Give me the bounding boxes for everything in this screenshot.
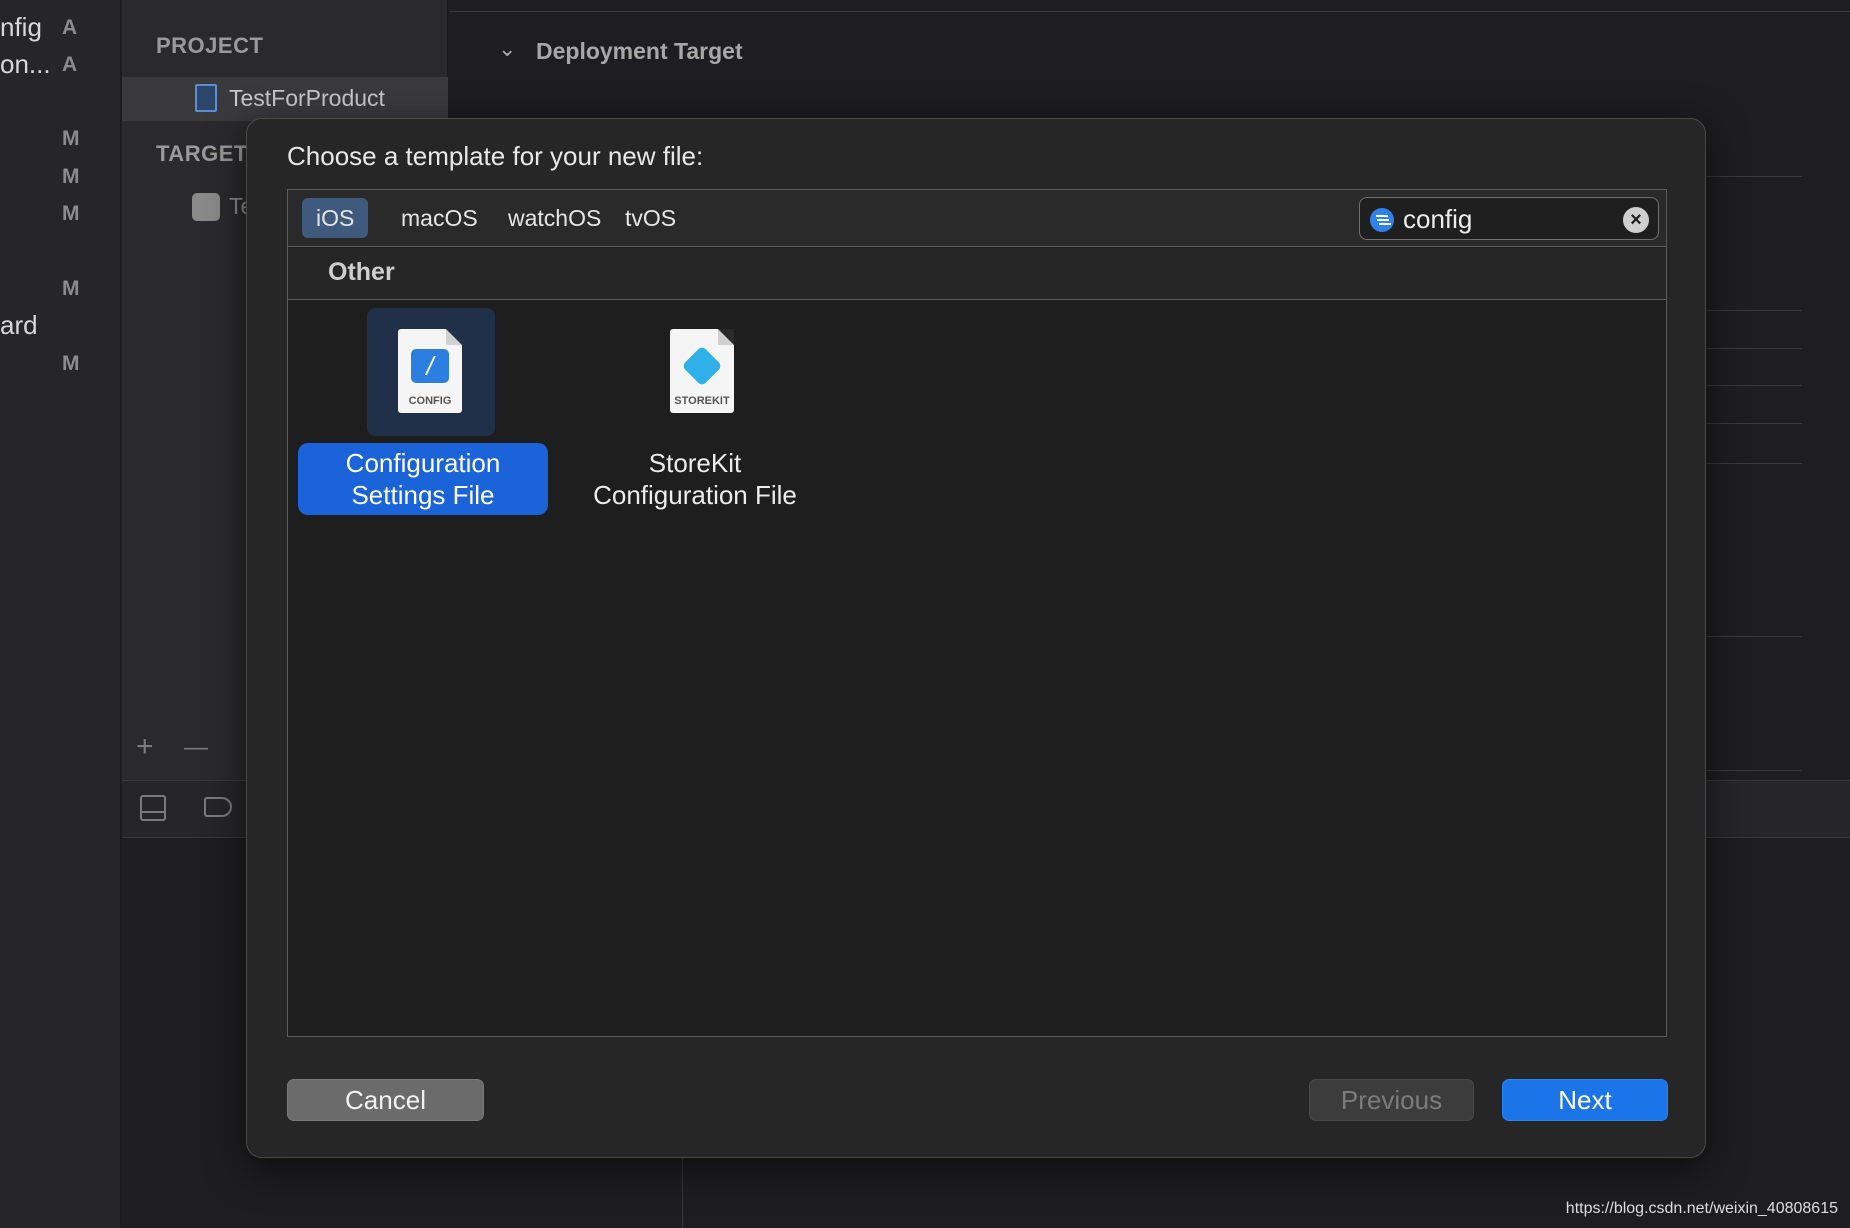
cancel-button[interactable]: Cancel: [287, 1079, 484, 1121]
app-target-icon: [192, 193, 220, 221]
storekit-file-icon[interactable]: STOREKIT: [639, 308, 767, 436]
new-file-template-sheet: Choose a template for your new file: iOS…: [246, 118, 1706, 1158]
scm-status-badge: M: [62, 202, 80, 225]
search-input[interactable]: [1403, 202, 1623, 236]
watermark-text: https://blog.csdn.net/weixin_40808615: [1565, 1200, 1838, 1217]
template-section-header: Other: [288, 248, 1666, 300]
scm-status-badge: A: [62, 53, 78, 76]
scm-status-badge: M: [62, 127, 80, 150]
config-file-icon[interactable]: / CONFIG: [367, 308, 495, 436]
scm-status-badge: M: [62, 352, 80, 375]
template-chooser: iOS macOS watchOS tvOS × Other / CONFIG …: [287, 189, 1667, 1037]
scm-status-badge: M: [62, 277, 80, 300]
scm-status-badge: A: [62, 16, 78, 39]
divider: [1706, 385, 1802, 386]
tab-macos[interactable]: macOS: [387, 198, 492, 238]
divider: [1706, 348, 1802, 349]
add-target-button[interactable]: +: [136, 730, 154, 764]
nav-file-label[interactable]: ard: [0, 310, 38, 341]
filter-icon: [1370, 208, 1394, 232]
icon-caption: STOREKIT: [674, 395, 730, 407]
project-name: TestForProduct: [229, 85, 385, 111]
scm-status-badge: M: [62, 165, 80, 188]
section-title: Other: [328, 258, 395, 286]
remove-target-button[interactable]: —: [184, 734, 208, 762]
project-section-header: PROJECT: [156, 33, 264, 58]
next-button[interactable]: Next: [1502, 1079, 1668, 1121]
template-configuration-settings-file[interactable]: / CONFIG Configuration Settings File: [298, 308, 548, 518]
targets-section-header: TARGET: [156, 141, 248, 166]
sheet-title: Choose a template for your new file:: [287, 141, 704, 171]
divider: [1706, 636, 1802, 637]
divider: [1706, 463, 1802, 464]
icon-caption: CONFIG: [408, 395, 452, 407]
divider: [1706, 176, 1802, 177]
previous-button[interactable]: Previous: [1309, 1079, 1474, 1121]
file-navigator-strip: nfig A on... A M M M M ard M: [0, 0, 121, 1228]
tab-watchos[interactable]: watchOS: [494, 198, 615, 238]
template-storekit-configuration-file[interactable]: STOREKIT StoreKit Configuration File: [570, 308, 820, 518]
platform-tab-bar: iOS macOS watchOS tvOS ×: [288, 190, 1666, 247]
template-label[interactable]: Configuration Settings File: [298, 443, 548, 515]
chevron-down-icon[interactable]: ⌄: [498, 36, 516, 62]
deployment-target-section[interactable]: Deployment Target: [536, 38, 743, 65]
divider: [1706, 770, 1802, 771]
xcodeproj-icon: [195, 84, 217, 112]
editor-tab-bar: [449, 0, 1850, 12]
toggle-debug-area-icon[interactable]: [140, 795, 166, 821]
template-label[interactable]: StoreKit Configuration File: [570, 443, 820, 515]
template-search-field[interactable]: ×: [1359, 197, 1659, 240]
tab-ios[interactable]: iOS: [302, 198, 369, 238]
clear-icon[interactable]: ×: [1623, 207, 1649, 233]
tab-tvos[interactable]: tvOS: [611, 198, 690, 238]
nav-file-label[interactable]: nfig: [0, 12, 42, 43]
project-row[interactable]: TestForProduct: [122, 77, 448, 121]
divider: [1706, 310, 1802, 311]
breakpoint-icon[interactable]: [204, 797, 232, 817]
nav-file-label[interactable]: on...: [0, 49, 51, 80]
divider: [1706, 423, 1802, 424]
